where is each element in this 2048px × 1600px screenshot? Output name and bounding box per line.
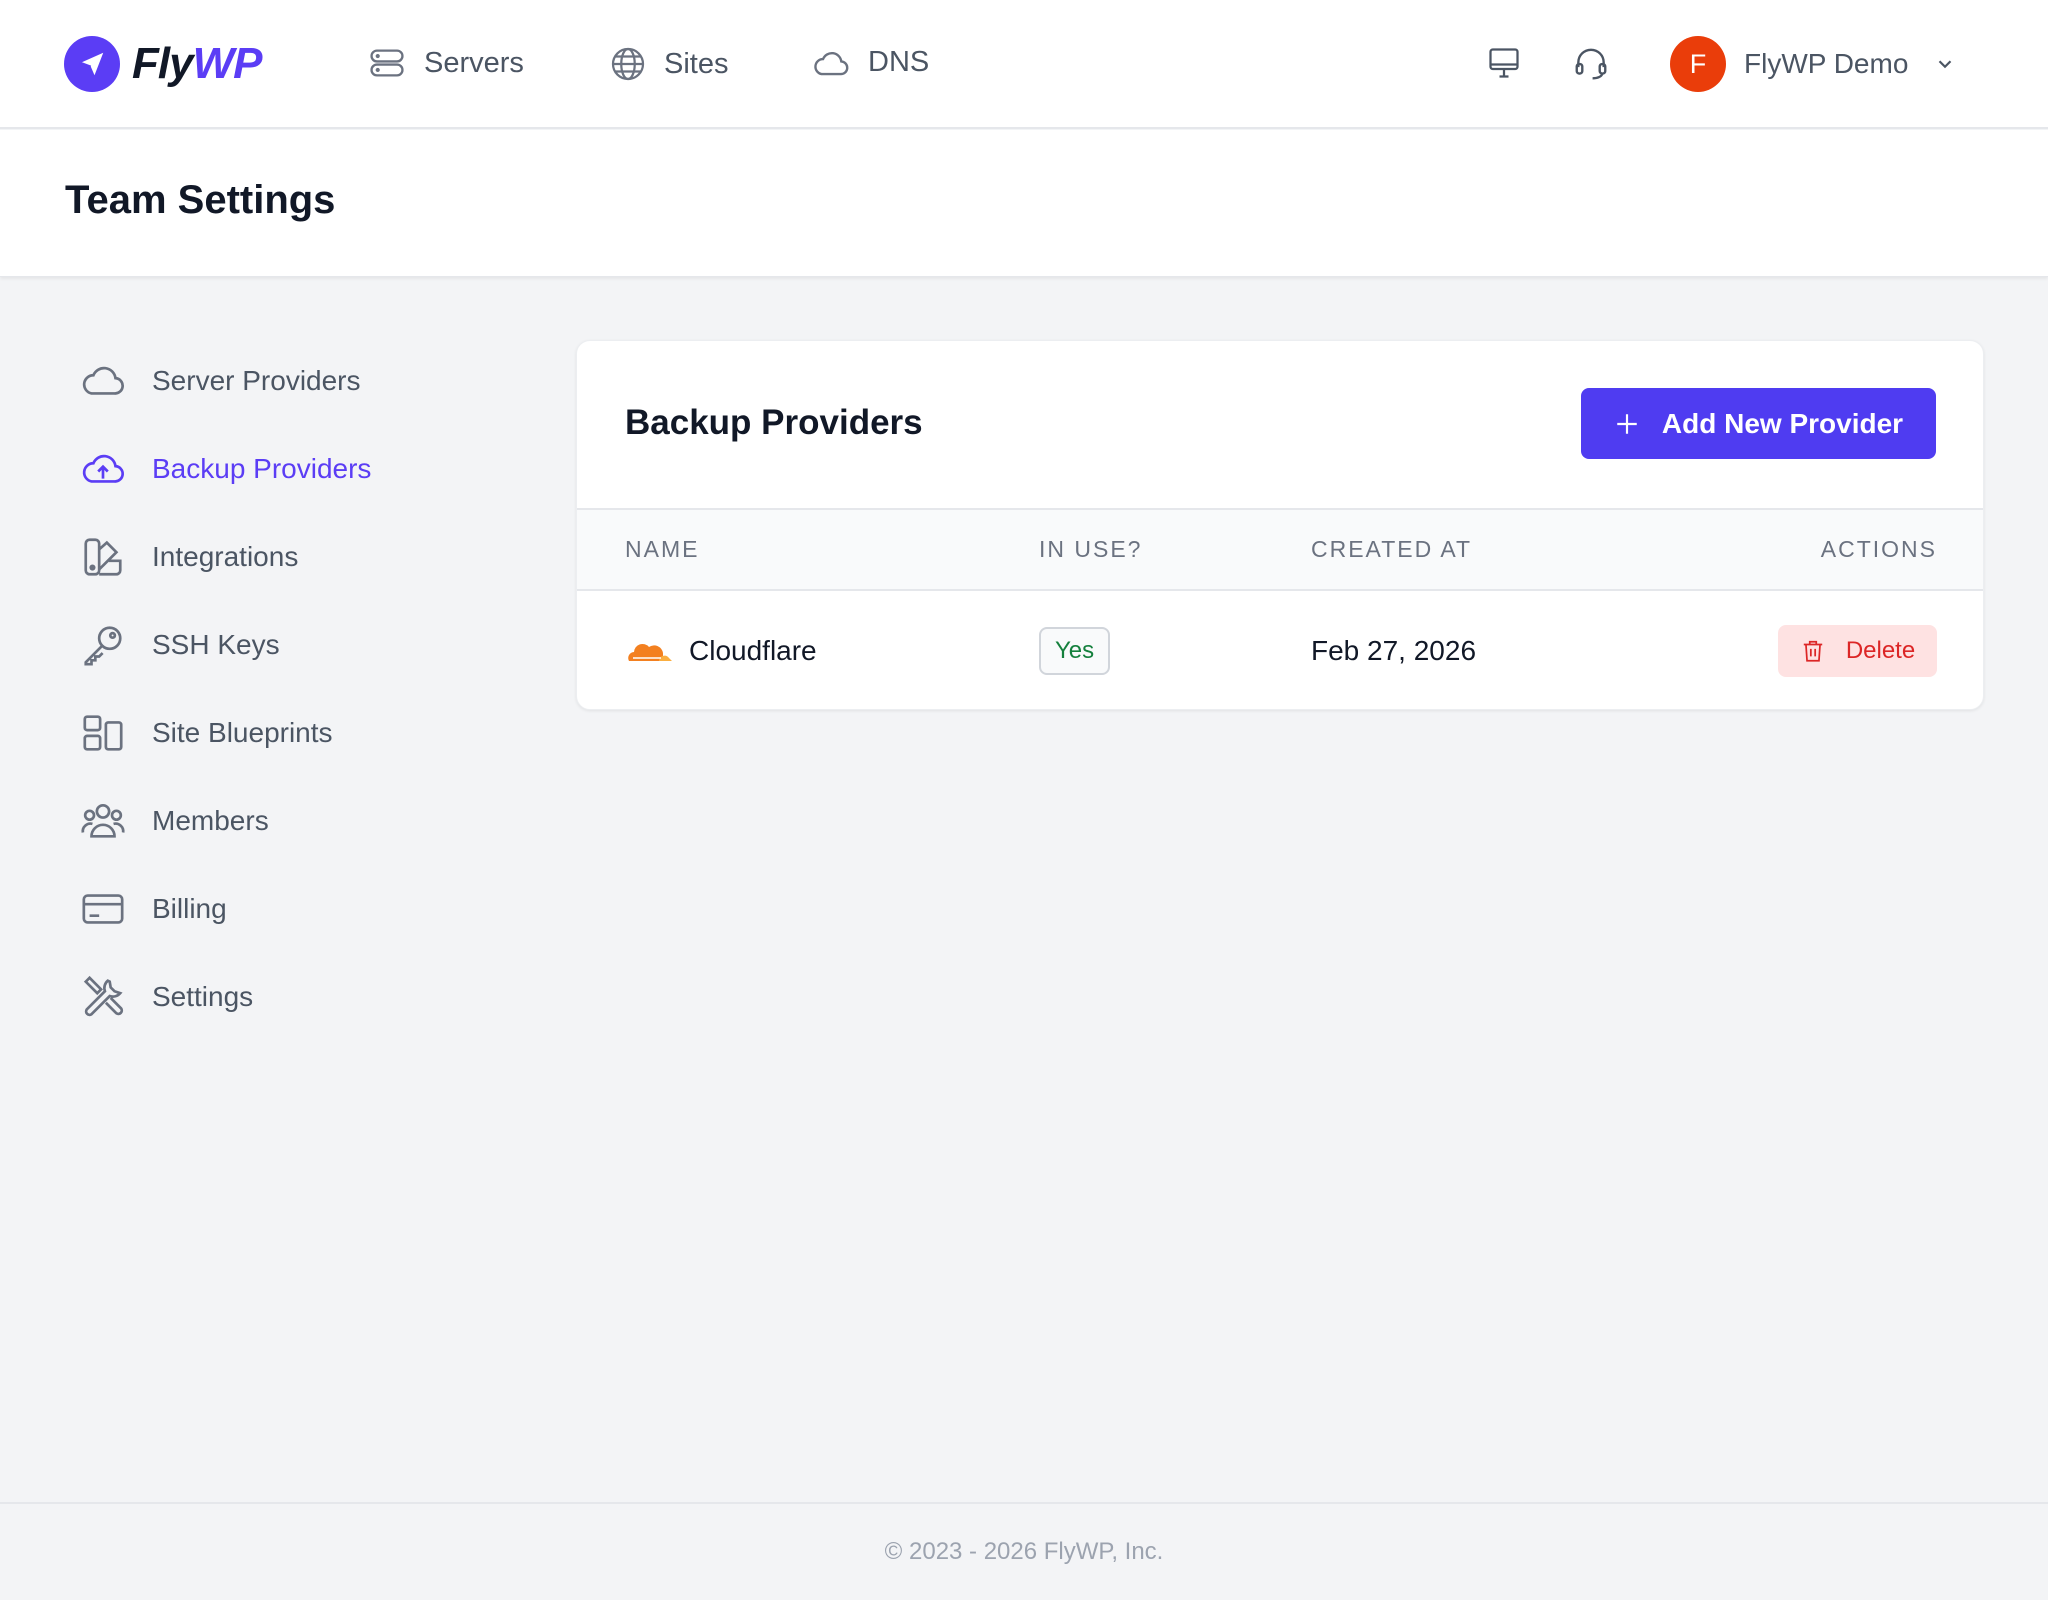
logo-text-wp: WP: [192, 39, 263, 88]
table-row: Cloudflare Yes Feb 27, 2026 Delete: [577, 593, 1983, 709]
page-header: Team Settings: [0, 130, 2048, 277]
users-icon: [81, 803, 125, 838]
user-menu[interactable]: F FlyWP Demo: [1670, 36, 1956, 92]
logo-text: FlyWP: [132, 39, 263, 89]
globe-icon: [611, 47, 645, 81]
sidebar-item-backup-providers[interactable]: Backup Providers: [80, 444, 371, 494]
sidebar-item-label: Billing: [152, 893, 227, 924]
layout-icon: [83, 715, 123, 751]
sidebar-item-label: Settings: [152, 981, 254, 1012]
column-header-in-use: IN USE?: [1039, 536, 1143, 562]
plus-icon: [1617, 413, 1637, 434]
sidebar-item-members[interactable]: Members: [80, 796, 269, 846]
server-icon: [370, 49, 404, 77]
delete-label: Delete: [1845, 637, 1916, 664]
nav-sites[interactable]: Sites: [610, 46, 728, 82]
page-title: Team Settings: [65, 178, 336, 222]
monitor-icon[interactable]: [1486, 45, 1522, 86]
sidebar-item-site-blueprints[interactable]: Site Blueprints: [80, 708, 333, 758]
nav-dns[interactable]: DNS: [812, 46, 929, 79]
sidebar-item-label: Site Blueprints: [152, 717, 333, 748]
add-new-provider-label: Add New Provider: [1661, 407, 1904, 439]
table-header: NAME IN USE? CREATED AT ACTIONS: [577, 508, 1983, 591]
add-new-provider-button[interactable]: Add New Provider: [1581, 388, 1936, 459]
nav-servers-label: Servers: [424, 46, 524, 79]
credit-card-icon: [82, 894, 124, 924]
sidebar-item-label: SSH Keys: [152, 629, 280, 660]
in-use-cell: Yes: [1039, 593, 1111, 709]
logo-text-fly: Fly: [132, 39, 194, 88]
copyright-text: © 2023 - 2026 FlyWP, Inc.: [884, 1538, 1164, 1565]
chevron-down-icon: [1939, 60, 1952, 69]
sidebar-item-billing[interactable]: Billing: [80, 884, 227, 934]
provider-name: Cloudflare: [689, 635, 817, 666]
cloud-icon: [82, 366, 124, 395]
column-header-created-at: CREATED AT: [1311, 536, 1472, 562]
swatch-icon: [84, 538, 122, 576]
key-icon: [84, 626, 122, 666]
top-navbar: FlyWP Servers Sites DNS F FlyWP Demo: [0, 0, 2048, 129]
headset-icon[interactable]: [1572, 45, 1610, 88]
user-name: FlyWP Demo: [1744, 48, 1909, 79]
logo-mark-icon: [64, 36, 120, 92]
sidebar-item-integrations[interactable]: Integrations: [80, 532, 298, 582]
card-title: Backup Providers: [625, 403, 923, 442]
footer: © 2023 - 2026 FlyWP, Inc.: [0, 1502, 2048, 1600]
wrench-screwdriver-icon: [83, 975, 124, 1017]
avatar: F: [1670, 36, 1726, 92]
sidebar-item-ssh-keys[interactable]: SSH Keys: [80, 620, 280, 670]
sidebar-item-server-providers[interactable]: Server Providers: [80, 356, 361, 406]
column-header-name: NAME: [625, 536, 700, 562]
cloud-upload-icon: [82, 454, 124, 483]
sidebar-item-label: Members: [152, 805, 269, 836]
column-header-actions: ACTIONS: [1820, 536, 1937, 562]
created-at-cell: Feb 27, 2026: [1311, 635, 1477, 666]
flywp-logo[interactable]: FlyWP: [64, 36, 263, 92]
sidebar-item-label: Backup Providers: [152, 453, 372, 484]
sidebar-item-label: Server Providers: [152, 365, 361, 396]
nav-servers[interactable]: Servers: [368, 46, 524, 80]
delete-button[interactable]: Delete: [1778, 625, 1937, 677]
provider-name-cell: Cloudflare: [625, 593, 817, 709]
trash-icon: [1803, 640, 1823, 662]
sidebar-item-label: Integrations: [152, 541, 299, 572]
status-badge: Yes: [1039, 627, 1111, 675]
backup-providers-card: Backup Providers Add New Provider NAME I…: [576, 340, 1984, 710]
nav-sites-label: Sites: [664, 47, 729, 80]
cloud-icon: [814, 51, 849, 75]
nav-dns-label: DNS: [868, 46, 930, 78]
actions-cell: Delete: [1778, 593, 1937, 709]
cloudflare-icon: [628, 643, 672, 661]
sidebar-item-settings[interactable]: Settings: [80, 972, 253, 1022]
